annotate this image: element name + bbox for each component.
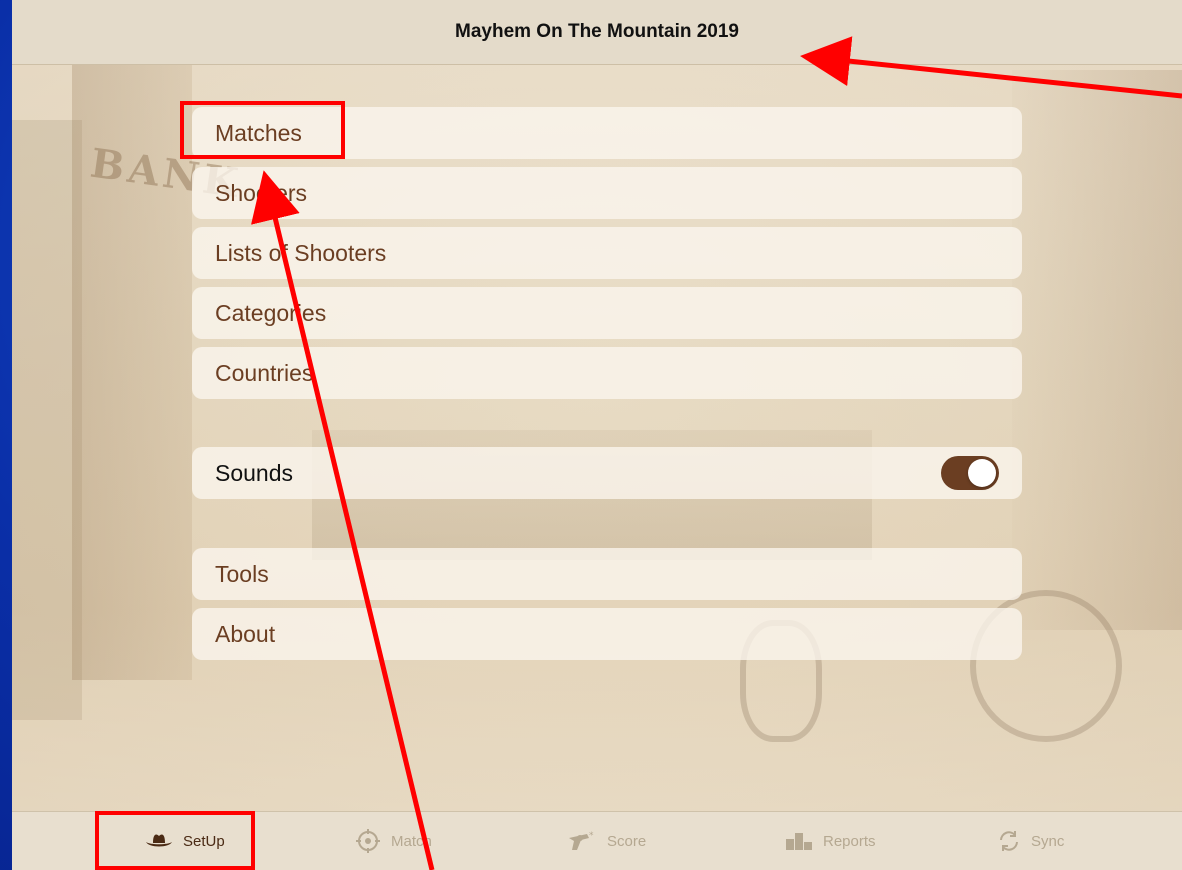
tab-bar: SetUp Match * Score Reports Sync <box>12 811 1182 870</box>
tab-score[interactable]: * Score <box>567 812 646 870</box>
tab-label: Reports <box>823 832 876 850</box>
menu-item-categories[interactable]: Categories <box>192 287 1022 339</box>
menu-item-shooters[interactable]: Shooters <box>192 167 1022 219</box>
revolver-icon: * <box>567 830 597 852</box>
tab-sync[interactable]: Sync <box>997 812 1064 870</box>
page-title: Mayhem On The Mountain 2019 <box>455 21 739 42</box>
toggle-knob <box>968 459 996 487</box>
crosshair-icon <box>355 828 381 854</box>
menu-item-label: About <box>215 620 276 647</box>
sync-icon <box>997 829 1021 853</box>
data-menu-group: Matches Shooters Lists of Shooters Categ… <box>192 107 1022 407</box>
menu-item-tools[interactable]: Tools <box>192 548 1022 600</box>
tab-match[interactable]: Match <box>355 812 432 870</box>
tab-label: Score <box>607 832 647 850</box>
menu-item-label: Countries <box>215 359 314 386</box>
menu-item-label: Matches <box>215 119 302 146</box>
menu-item-about[interactable]: About <box>192 608 1022 660</box>
tab-label: Sync <box>1031 832 1065 850</box>
menu-item-label: Lists of Shooters <box>215 239 387 266</box>
sounds-row: Sounds <box>192 447 1022 499</box>
tab-label: SetUp <box>183 832 225 850</box>
menu-item-label: Shooters <box>215 179 308 206</box>
svg-text:*: * <box>589 831 594 841</box>
misc-menu-group: Tools About <box>192 548 1022 668</box>
menu-item-matches[interactable]: Matches <box>192 107 1022 159</box>
tab-setup[interactable]: SetUp <box>145 812 225 870</box>
tab-reports[interactable]: Reports <box>785 812 876 870</box>
menu-item-label: Tools <box>215 560 269 587</box>
background-building-right <box>1012 70 1182 630</box>
podium-icon <box>785 831 813 851</box>
cowboy-hat-icon <box>145 830 173 852</box>
menu-item-label: Categories <box>215 299 327 326</box>
sounds-label: Sounds <box>215 459 294 486</box>
background-bank-building <box>72 60 192 680</box>
background-building-far-left <box>12 120 82 720</box>
menu-item-lists-of-shooters[interactable]: Lists of Shooters <box>192 227 1022 279</box>
settings-group: Sounds <box>192 447 1022 507</box>
sounds-toggle[interactable] <box>941 456 999 490</box>
app-screen: BANK Mayhem On The Mountain 2019 Matches… <box>12 0 1182 870</box>
navigation-bar: Mayhem On The Mountain 2019 <box>12 0 1182 65</box>
tab-label: Match <box>391 832 432 850</box>
menu-item-countries[interactable]: Countries <box>192 347 1022 399</box>
